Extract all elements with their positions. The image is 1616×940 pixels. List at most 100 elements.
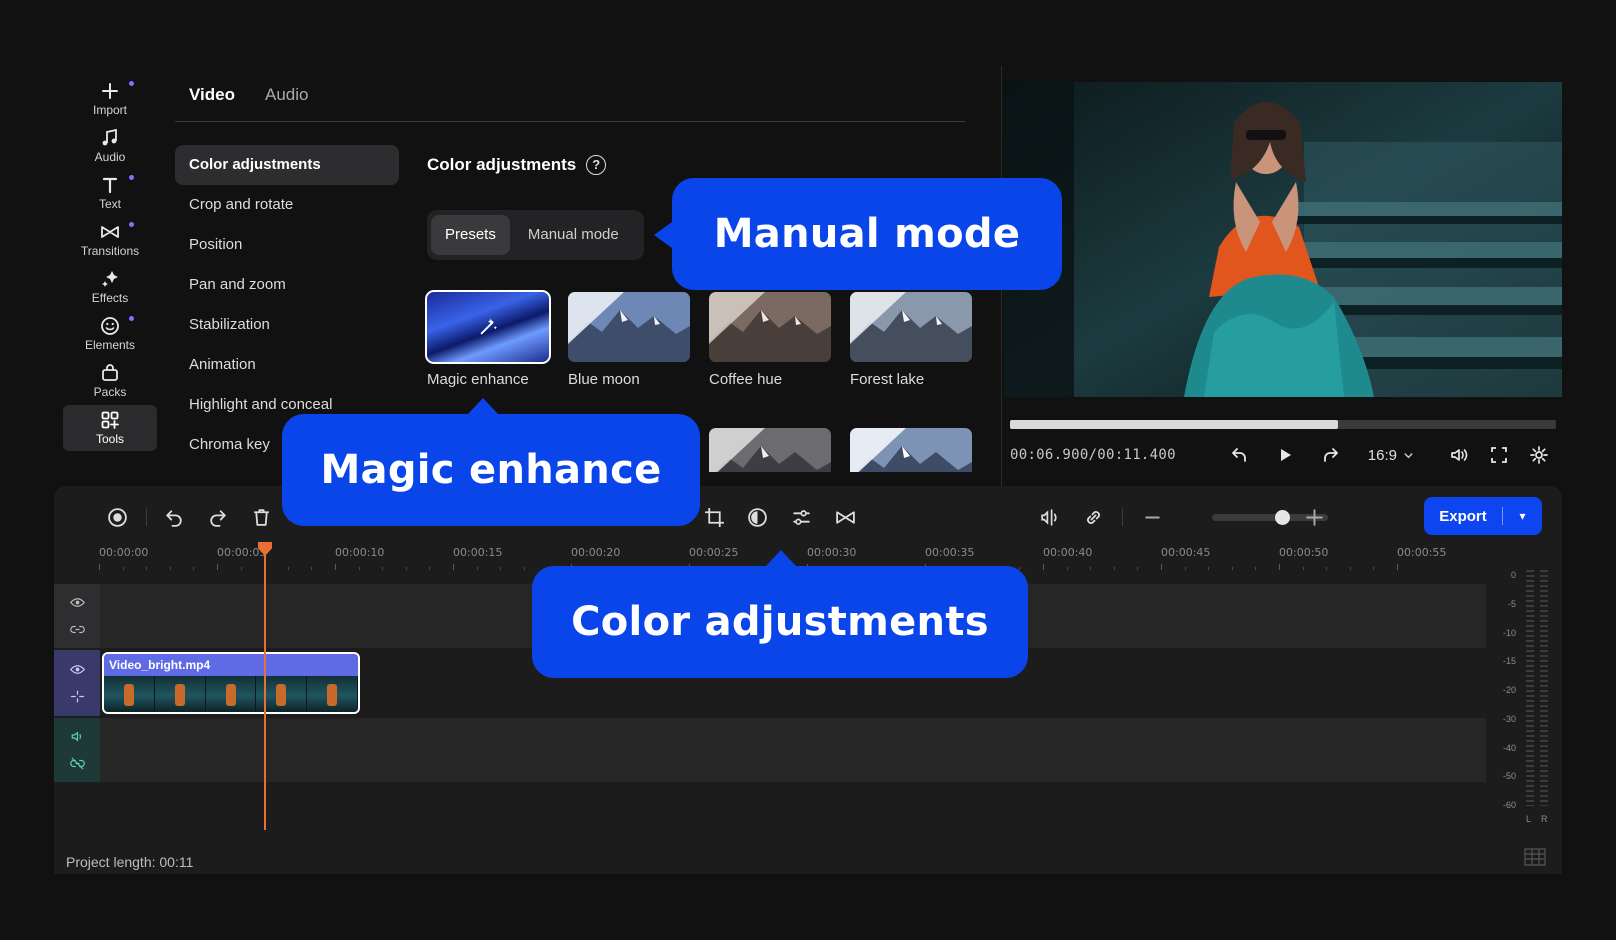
ruler-minor-tick — [1113, 567, 1115, 570]
menu-item-animation[interactable]: Animation — [175, 345, 399, 385]
rail-elements[interactable]: Elements — [63, 311, 157, 357]
bowtie-icon — [835, 510, 855, 524]
link-icon[interactable] — [69, 622, 85, 637]
preset-forest-lake[interactable]: Forest lake — [850, 292, 972, 388]
ruler-tick-label: 00:00:00 — [99, 546, 149, 559]
ruler-tick — [99, 564, 100, 570]
video-clip[interactable]: Video_bright.mp4 — [102, 652, 360, 714]
redo-button[interactable] — [202, 502, 232, 532]
new-badge — [129, 316, 134, 321]
menu-item-color-adjustments[interactable]: Color adjustments — [175, 145, 399, 185]
ruler-minor-tick — [523, 567, 525, 570]
eye-icon[interactable] — [69, 662, 85, 677]
ruler-tick — [1397, 564, 1398, 570]
record-button[interactable] — [102, 502, 132, 532]
menu-item-crop-and-rotate[interactable]: Crop and rotate — [175, 185, 399, 225]
ruler-tick — [1043, 564, 1044, 570]
preset-row2-a[interactable] — [709, 428, 831, 472]
unlink-icon[interactable] — [69, 756, 85, 771]
new-badge — [129, 175, 134, 180]
zoom-out-button[interactable] — [1137, 502, 1167, 532]
undo-button[interactable] — [159, 502, 189, 532]
meter-level-label: -40 — [1502, 742, 1516, 753]
ruler-tick-label: 00:00:35 — [925, 546, 975, 559]
color-adjustments-button[interactable] — [742, 502, 772, 532]
sliders-icon — [792, 509, 810, 525]
rail-text[interactable]: Text — [63, 170, 157, 216]
mountain-image — [568, 292, 690, 362]
callout-text: Magic enhance — [320, 447, 662, 493]
ruler-minor-tick — [122, 567, 124, 570]
play-button[interactable] — [1268, 440, 1302, 470]
callout-color-adjustments: Color adjustments — [532, 550, 1028, 678]
ruler-minor-tick — [1066, 567, 1068, 570]
menu-item-stabilization[interactable]: Stabilization — [175, 305, 399, 345]
preset-coffee-hue[interactable]: Coffee hue — [709, 292, 831, 388]
rail-import[interactable]: Import — [63, 76, 157, 122]
aspect-ratio-dropdown[interactable]: 16:9 — [1368, 447, 1414, 464]
presets-button[interactable]: Presets — [431, 215, 510, 255]
rail-packs[interactable]: Packs — [63, 358, 157, 404]
zoom-slider-handle[interactable] — [1274, 510, 1290, 525]
ruler-minor-tick — [1326, 567, 1328, 570]
unlink-icon[interactable] — [70, 689, 85, 704]
playback-progress[interactable] — [1010, 420, 1556, 429]
settings-button[interactable] — [1522, 440, 1556, 470]
link-button[interactable] — [1078, 502, 1108, 532]
ruler-minor-tick — [1137, 567, 1139, 570]
crop-button[interactable] — [699, 502, 729, 532]
plus-icon — [1305, 508, 1323, 526]
rail-audio[interactable]: Audio — [63, 123, 157, 169]
preset-thumbnail — [709, 292, 831, 362]
adjust-button[interactable] — [786, 502, 816, 532]
preset-thumbnail — [850, 428, 972, 472]
callout-pointer — [766, 550, 796, 566]
rail-effects[interactable]: Effects — [63, 264, 157, 310]
transition-button[interactable] — [830, 502, 860, 532]
menu-item-pan-and-zoom[interactable]: Pan and zoom — [175, 265, 399, 305]
forward-button[interactable] — [1314, 440, 1348, 470]
preset-label: Magic enhance — [427, 371, 529, 388]
tab-video[interactable]: Video — [189, 80, 235, 121]
audio-detach-button[interactable] — [1034, 502, 1064, 532]
sparkle-icon — [102, 271, 118, 287]
video-preview[interactable] — [1004, 82, 1562, 397]
ruler-minor-tick — [193, 567, 195, 570]
mode-switch: Presets Manual mode — [427, 210, 644, 260]
ruler-minor-tick — [405, 567, 407, 570]
export-button[interactable]: Export ▾ — [1424, 497, 1542, 535]
timeline-panel: Export ▾ 00:00:00 00:00:05 00:00:10 00:00:1… — [54, 486, 1562, 874]
preset-label: Forest lake — [850, 371, 925, 388]
preset-magic-enhance[interactable]: Magic enhance — [425, 290, 551, 388]
delete-button[interactable] — [246, 502, 276, 532]
ruler-minor-tick — [1184, 567, 1186, 570]
crop-icon — [704, 507, 724, 527]
app-window: Import Audio Text Transitions Effects El… — [0, 0, 1616, 940]
link-icon — [1086, 510, 1100, 524]
meter-level-label: 0 — [1510, 570, 1516, 580]
rail-transitions[interactable]: Transitions — [63, 217, 157, 263]
manual-mode-button[interactable]: Manual mode — [514, 215, 633, 255]
ruler-tick-label: 00:00:10 — [335, 546, 385, 559]
speaker-icon[interactable] — [70, 729, 85, 744]
play-icon — [1280, 449, 1291, 461]
help-icon[interactable]: ? — [586, 155, 607, 175]
rewind-button[interactable] — [1222, 440, 1256, 470]
menu-item-position[interactable]: Position — [175, 225, 399, 265]
playback-progress-fill — [1010, 420, 1338, 429]
preset-row2-b[interactable] — [850, 428, 972, 472]
panel-title-text: Color adjustments — [427, 155, 577, 174]
ruler-tick-label: 00:00:55 — [1397, 546, 1447, 559]
preset-blue-moon[interactable]: Blue moon — [568, 292, 690, 388]
fullscreen-button[interactable] — [1482, 440, 1516, 470]
playhead[interactable] — [258, 542, 272, 830]
tab-audio[interactable]: Audio — [265, 80, 308, 121]
table-icon[interactable] — [1524, 848, 1546, 866]
volume-button[interactable] — [1442, 440, 1476, 470]
ruler-tick — [453, 564, 454, 570]
preview-frame-image — [1004, 82, 1562, 397]
rail-tools[interactable]: Tools — [63, 405, 157, 451]
zoom-in-button[interactable] — [1299, 502, 1329, 532]
chevron-down-icon[interactable]: ▾ — [1503, 509, 1542, 523]
eye-icon[interactable] — [69, 595, 85, 610]
